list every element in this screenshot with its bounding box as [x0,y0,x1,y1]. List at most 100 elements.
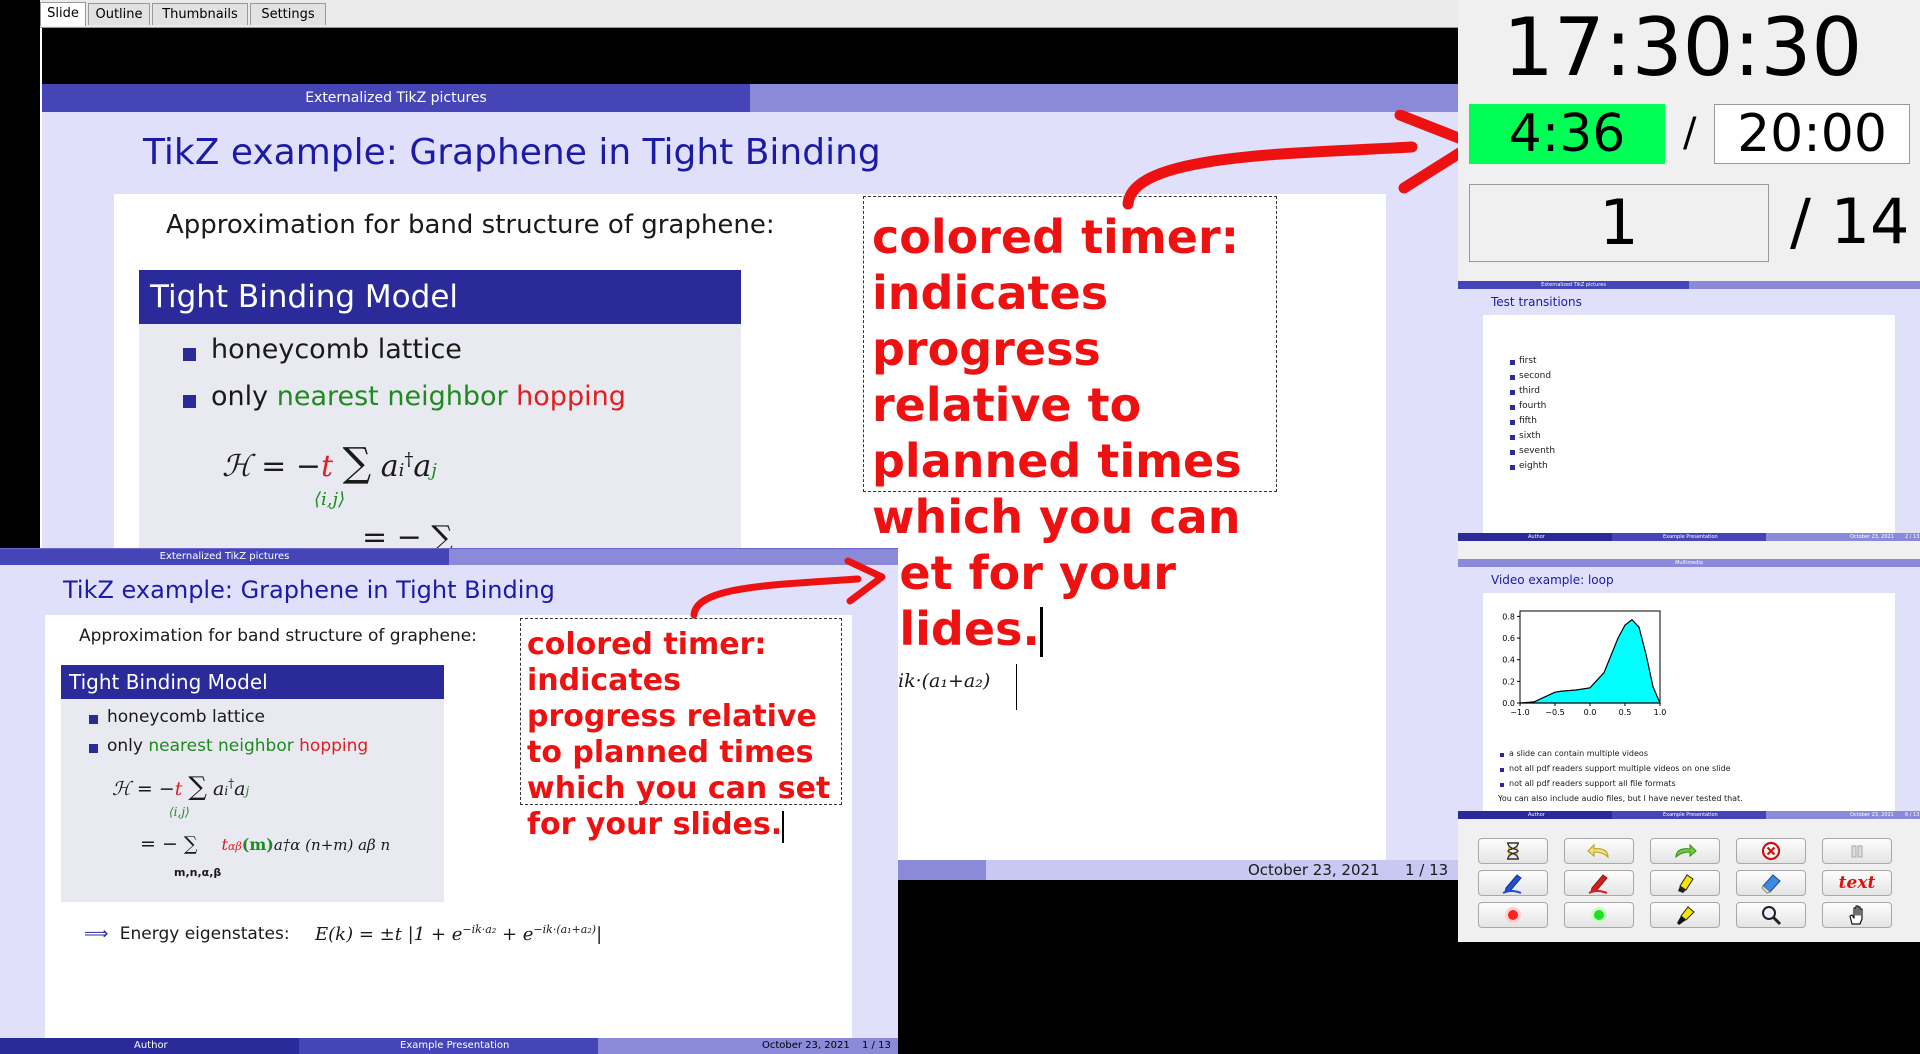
hamiltonian-line2-rest: a†α (n+m) aβ n [273,836,391,854]
bullet-hopping-pre: only [211,381,269,412]
next-slide-preview[interactable]: Externalized TikZ pictures Test transiti… [1458,281,1920,541]
highlighter-button[interactable] [1650,870,1720,896]
energy-exponent-2: −ik·(a₁+a₂) [533,923,597,936]
index-j: j [431,460,437,481]
hamiltonian-formula: ℋ = −t ∑ ai†aj [222,440,437,486]
thumb-footer-page: 6 / 13 [1905,812,1920,818]
thumb-right-band [1895,289,1920,533]
footer-date: October 23, 2021 [762,1040,850,1051]
footer-presentation: Example Presentation [400,1040,510,1051]
y-tick-label: 0.6 [1502,634,1515,643]
timer-tool-button[interactable] [1478,838,1548,864]
hamiltonian-lhs: ℋ = − [112,778,175,800]
blue-pen-button[interactable] [1478,870,1548,896]
thumb-note: You can also include audio files, but I … [1498,794,1743,803]
annotation-arrow-icon [1122,110,1458,210]
hamiltonian-line2: = − ∑ tαβ(m)a†α (n+m) aβ n [140,833,390,855]
operator-a: a [413,449,432,484]
clock-display: 17:30:30 [1503,1,1863,94]
energy-label: Energy eigenstates: [119,924,290,944]
thumb-section: Multimedia [1675,560,1703,566]
text-cursor [1039,607,1043,657]
red-pointer-button[interactable] [1478,902,1548,928]
hopping-t: t [321,449,334,484]
operator-a: a [380,449,399,484]
eraser-icon [1761,874,1781,894]
thumb-list-item: third [1519,386,1540,396]
eraser-button[interactable] [1736,870,1806,896]
hand-drag-icon [1849,905,1863,925]
thumb-list-item: fourth [1519,401,1547,411]
thumb-list-item: fifth [1519,416,1537,426]
thumb-list-item: not all pdf readers support multiple vid… [1509,764,1731,773]
thumb-bullet [1500,768,1504,772]
torch-button[interactable] [1650,902,1720,928]
energy-formula: E(k) = ±t |1 + e−ik·a₂ + e−ik·(a₁+a₂)| [315,923,602,945]
text-tool-icon: text [1838,873,1876,893]
tab-slide[interactable]: Slide [40,2,86,26]
planned-time-field[interactable]: 20:00 [1714,104,1910,164]
operator-a: a [213,778,225,800]
annotation-note-text: colored timer: indicates progress relati… [872,210,1242,656]
text-tool-button[interactable]: text [1822,870,1892,896]
thumb-bullet [1510,435,1515,440]
thumb-bullet [1510,450,1515,455]
undo-button[interactable] [1564,838,1634,864]
thumb-list-item: eighth [1519,461,1548,471]
x-tick-label: 0.5 [1619,708,1632,715]
tab-thumbnails[interactable]: Thumbnails [152,3,248,25]
sum-subscript-2: m,n,α,β [174,866,222,879]
drag-hand-button[interactable] [1822,902,1892,928]
tab-outline[interactable]: Outline [88,3,150,25]
highlighter-icon [1678,874,1694,893]
energy-formula-partial: ik·(a₁+a₂) [898,670,991,692]
magnifier-button[interactable] [1736,902,1806,928]
red-pen-button[interactable] [1564,870,1634,896]
pause-button[interactable] [1822,838,1892,864]
footer-author: Author [134,1040,168,1051]
green-pointer-icon [1591,907,1607,923]
torch-icon [1677,906,1695,925]
elapsed-timer[interactable]: 4:36 [1469,104,1665,164]
intro-text: Approximation for band structure of grap… [79,626,477,646]
slide-section-label: Externalized TikZ pictures [42,84,750,112]
thumb-footer-author: Author [1528,534,1545,540]
thumb-bullet [1500,783,1504,787]
thumb-bullet [1500,753,1504,757]
bullet-marker [183,348,196,361]
right-margin-band [852,565,898,1042]
annotation-note[interactable]: colored timer: indicates progress relati… [863,196,1277,657]
thumb-footer-author: Author [1528,812,1545,818]
thumb-footer-date: October 23, 2021 [1850,534,1894,540]
hopping-coefficient-sub: αβ [227,840,242,853]
block-title: Tight Binding Model [139,270,741,324]
thumb-footer-date: October 23, 2021 [1850,812,1894,818]
tab-settings[interactable]: Settings [250,3,326,25]
sum-subscript: ⟨i,j⟩ [314,489,346,510]
hopping-argument: (m) [241,835,274,854]
thumb-list-item: first [1519,356,1537,366]
bullet-hopping-pre: only [107,736,143,756]
thumb-title: Video example: loop [1483,567,1895,593]
page-number-field[interactable]: 1 [1469,184,1769,262]
undo-arrow-icon [1587,843,1609,859]
footer-page: 1 / 13 [1405,861,1449,879]
following-slide-preview[interactable]: Multimedia Video example: loop −1.0 −0.5 0… [1458,559,1920,819]
green-pointer-button[interactable] [1564,902,1634,928]
blue-pen-icon [1502,874,1522,894]
density-area [1519,618,1661,704]
redo-button[interactable] [1650,838,1720,864]
text-cursor [782,811,785,843]
annotation-note[interactable]: colored timer: indicates progress relati… [520,618,842,843]
sum-symbol: ∑ [188,772,207,802]
thumb-bullet [1510,390,1515,395]
clear-drawings-button[interactable] [1736,838,1806,864]
bullet-marker [89,715,98,724]
thumb-list-item: second [1519,371,1552,381]
bullet-hopping-word: hopping [516,381,626,412]
footer-right-bar [986,860,1458,880]
footer-date: October 23, 2021 [1248,861,1380,879]
abs-bar [1016,664,1017,710]
close-circle-icon [1761,841,1781,861]
index-j: j [245,784,250,798]
